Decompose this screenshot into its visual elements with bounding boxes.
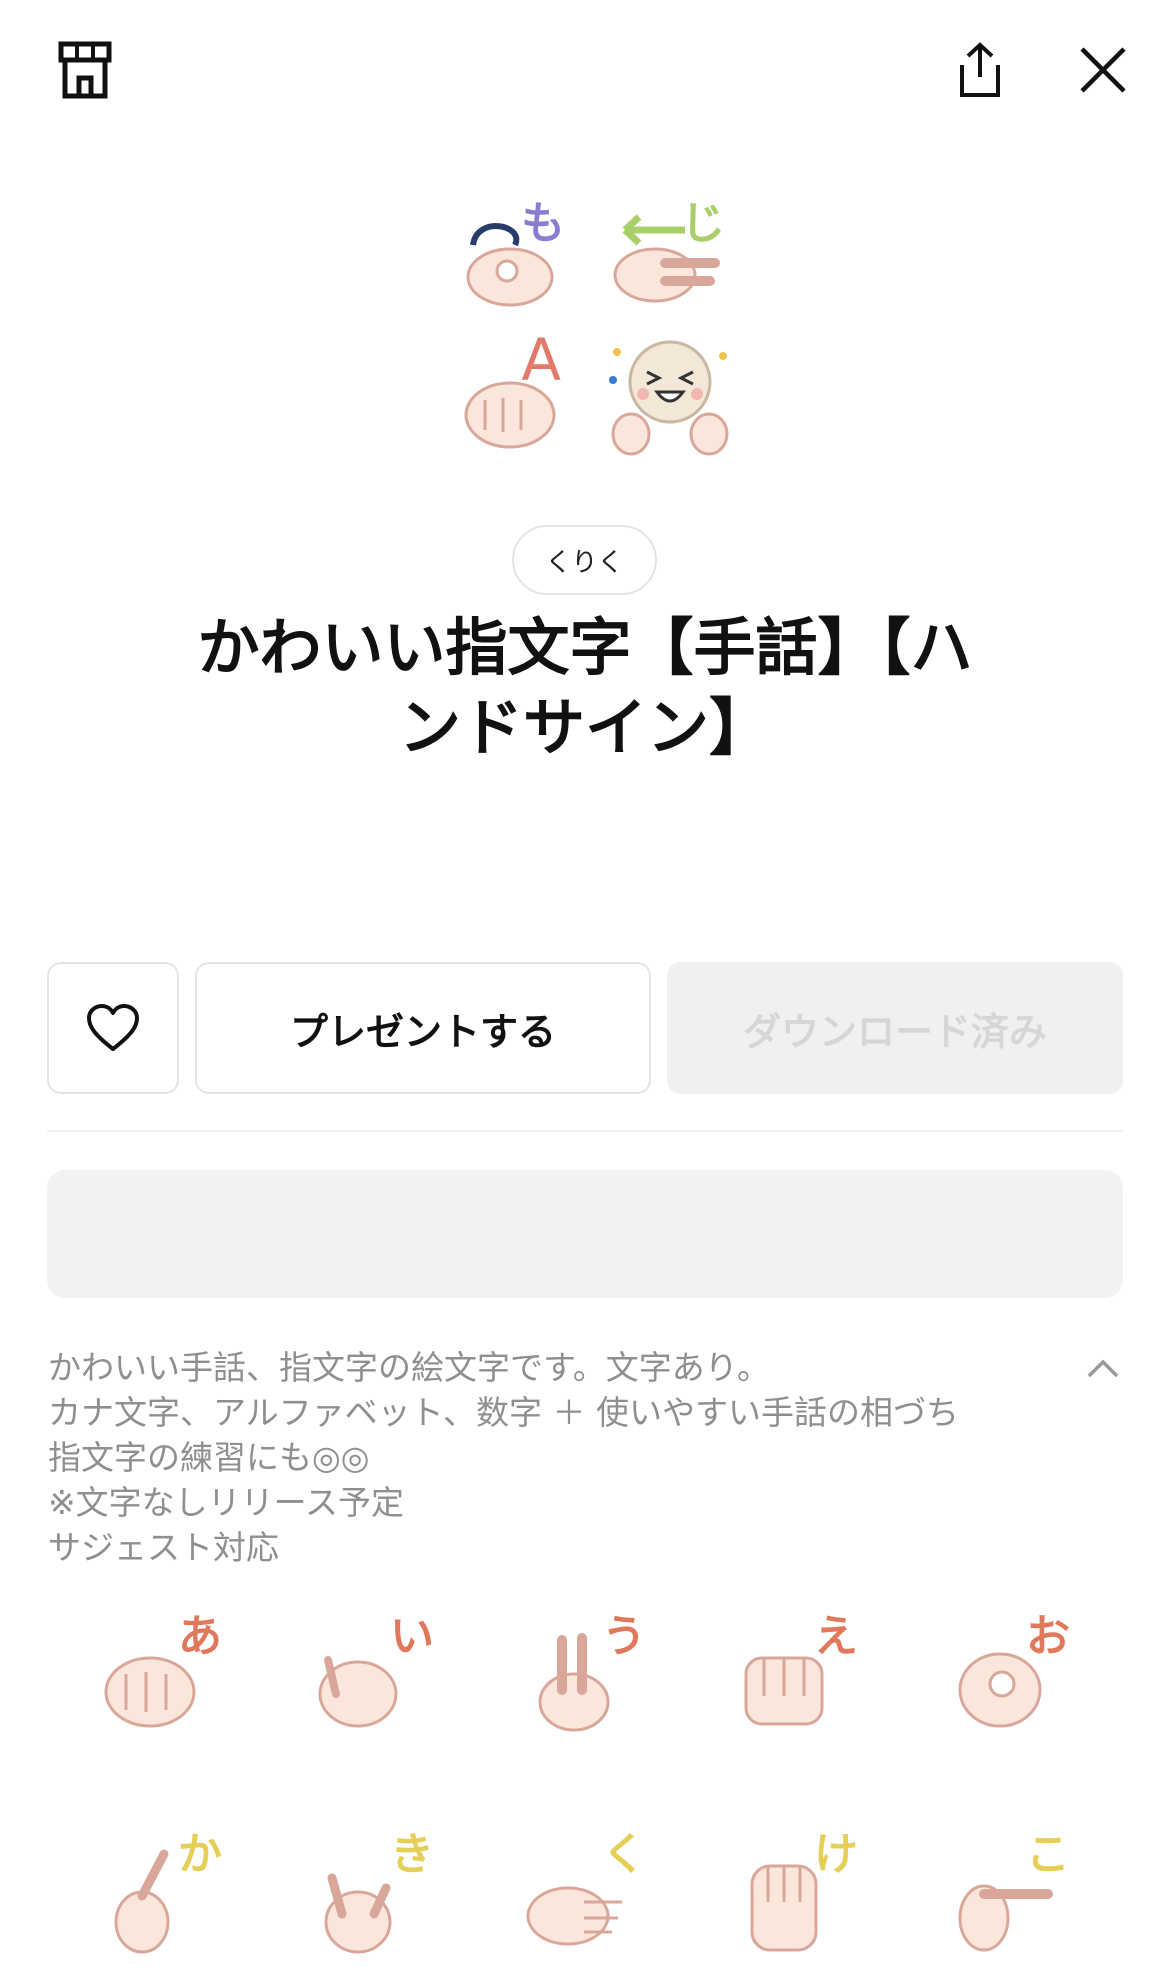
description-line: ※文字なしリリース予定 (48, 1483, 405, 1522)
banner-placeholder (47, 1170, 1123, 1298)
description-line: 指文字の練習にも◎◎ (48, 1438, 370, 1477)
preview-label: A (521, 326, 561, 394)
emoji-label: お (1026, 1611, 1070, 1662)
chevron-up-icon (1087, 1359, 1119, 1378)
close-button[interactable] (1068, 35, 1138, 105)
emoji-set-preview-image: も じ A (455, 185, 735, 465)
smiling-face-icon (609, 340, 729, 456)
emoji-item[interactable]: け (726, 1818, 866, 1958)
emoji-item[interactable]: お (938, 1600, 1078, 1740)
emoji-item[interactable]: え (726, 1600, 866, 1740)
emoji-item[interactable]: く (514, 1818, 654, 1958)
heart-icon (87, 1004, 139, 1051)
emoji-label: く (602, 1829, 646, 1880)
title-line: かわいい指文字【手話】【ハ (197, 611, 973, 684)
preview-emoji-a: A (455, 326, 585, 460)
emoji-label: え (814, 1611, 858, 1662)
emoji-item[interactable]: き (302, 1818, 442, 1958)
close-icon (1080, 47, 1126, 93)
emoji-set-title: かわいい指文字【手話】【ハ ンドサイン】 (130, 608, 1040, 768)
emoji-label: け (814, 1829, 858, 1880)
divider (47, 1130, 1123, 1132)
preview-emoji-ji: じ (605, 185, 735, 315)
preview-emoji-face (605, 330, 735, 460)
preview-emoji-mo: も (455, 185, 585, 315)
downloaded-button[interactable]: ダウンロード済み (667, 962, 1123, 1094)
title-line: ンドサイン】 (398, 691, 771, 764)
preview-label: も (521, 198, 565, 249)
share-button[interactable] (945, 35, 1015, 105)
emoji-label: か (178, 1829, 222, 1880)
shop-icon (58, 41, 112, 99)
description-line: カナ文字、アルファベット、数字 ＋ 使いやすい手話の相づち (48, 1393, 959, 1432)
emoji-item[interactable]: か (90, 1818, 230, 1958)
emoji-item[interactable]: う (514, 1600, 654, 1740)
emoji-grid: あ い う え お か き く け こ (90, 1600, 1090, 1980)
emoji-label: い (390, 1611, 434, 1662)
emoji-label: あ (178, 1611, 222, 1662)
preview-label: じ (681, 198, 725, 249)
collapse-description-button[interactable] (1080, 1350, 1126, 1386)
share-icon (960, 42, 1000, 97)
emoji-item[interactable]: こ (938, 1818, 1078, 1958)
author-button[interactable]: くりく (512, 525, 657, 595)
shop-button[interactable] (50, 35, 120, 105)
emoji-item[interactable]: い (302, 1600, 442, 1740)
emoji-label: き (390, 1829, 434, 1880)
description: かわいい手話、指文字の絵文字です。文字あり。 カナ文字、アルファベット、数字 ＋… (48, 1345, 1048, 1570)
description-line: サジェスト対応 (48, 1528, 279, 1567)
emoji-item[interactable]: あ (90, 1600, 230, 1740)
emoji-label: こ (1026, 1829, 1070, 1880)
emoji-label: う (602, 1611, 646, 1662)
present-button[interactable]: プレゼントする (195, 962, 651, 1094)
description-line: かわいい手話、指文字の絵文字です。文字あり。 (48, 1348, 771, 1387)
favorite-button[interactable] (47, 962, 179, 1094)
